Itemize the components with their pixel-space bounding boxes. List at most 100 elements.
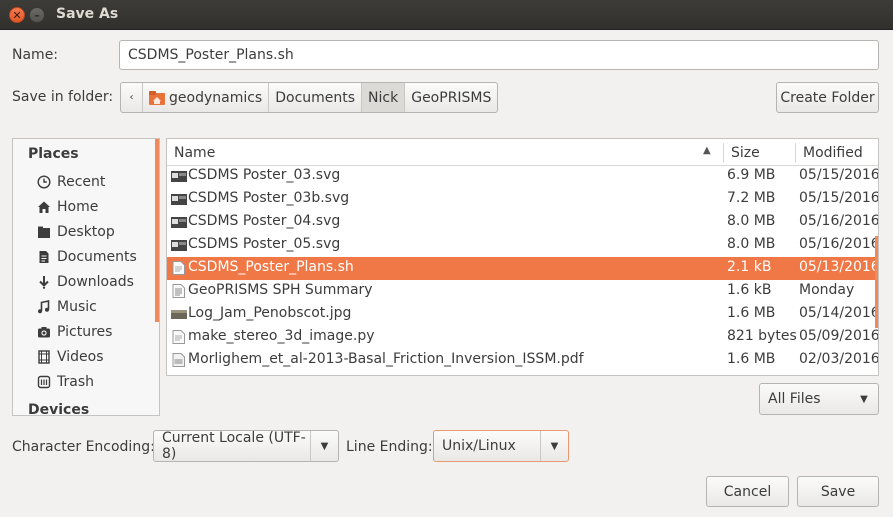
file-name: GeoPRISMS SPH Summary xyxy=(188,282,373,298)
path-crumb-nick[interactable]: Nick xyxy=(362,83,406,112)
devices-heading: Devices xyxy=(28,402,90,416)
minimize-icon: – xyxy=(34,8,40,22)
minimize-window-button[interactable]: – xyxy=(29,7,45,23)
character-encoding-value: Current Locale (UTF-8) xyxy=(162,430,306,462)
sidebar-item-label: Trash xyxy=(57,374,94,390)
file-row[interactable]: CSDMS_Poster_Plans.sh 2.1 kB 05/13/2016 xyxy=(167,257,879,280)
line-ending-dropdown[interactable]: Unix/Linux ▼ xyxy=(433,430,569,462)
file-size: 1.6 kB xyxy=(727,282,772,298)
file-row[interactable]: make_stereo_3d_image.py 821 bytes 05/09/20… xyxy=(167,326,879,349)
column-header-name-label: Name xyxy=(174,144,216,161)
path-back-button[interactable]: ‹ xyxy=(121,83,143,112)
photo-thumb-icon xyxy=(171,310,187,319)
film-icon xyxy=(37,350,51,364)
column-header-modified[interactable]: Modified xyxy=(803,139,878,166)
sidebar-item-trash[interactable]: Trash xyxy=(37,372,94,392)
document-file-icon xyxy=(172,284,185,298)
column-divider[interactable] xyxy=(795,143,796,163)
dropdown-arrow-icon: ▼ xyxy=(860,393,868,405)
close-window-button[interactable]: ✕ xyxy=(9,7,25,23)
sidebar-scroll-indicator[interactable] xyxy=(155,139,159,322)
script-file-icon xyxy=(172,330,185,344)
path-crumb-documents[interactable]: Documents xyxy=(269,83,363,112)
image-thumb-icon xyxy=(171,194,187,205)
sidebar-item-desktop[interactable]: Desktop xyxy=(37,222,115,242)
sidebar-item-label: Music xyxy=(57,299,97,315)
column-divider[interactable] xyxy=(723,143,724,163)
file-row[interactable]: GeoPRISMS SPH Summary 1.6 kB Monday xyxy=(167,280,878,303)
file-row[interactable]: CSDMS Poster_03.svg 6.9 MB 05/15/2016 xyxy=(167,165,879,188)
path-crumb-geodynamics[interactable]: geodynamics xyxy=(143,83,270,112)
filename-input[interactable]: CSDMS_Poster_Plans.sh xyxy=(119,40,879,70)
file-row[interactable]: CSDMS Poster_05.svg 8.0 MB 05/16/2016 xyxy=(167,234,879,257)
file-modified: 05/16/2016 xyxy=(799,236,879,252)
image-thumb-icon xyxy=(171,240,187,251)
file-name: Log_Jam_Penobscot.jpg xyxy=(188,305,352,321)
script-file-icon xyxy=(172,261,185,275)
file-type-filter-dropdown[interactable]: All Files ▼ xyxy=(759,383,879,415)
sidebar-item-downloads[interactable]: Downloads xyxy=(37,272,134,292)
path-bar: ‹ geodynamics Documents Nick GeoPRISMS xyxy=(120,82,499,113)
file-row[interactable]: CSDMS Poster_04.svg 8.0 MB 05/16/2016 xyxy=(167,211,878,234)
music-note-icon xyxy=(37,300,51,314)
column-header-name[interactable]: Name xyxy=(174,139,722,166)
file-name: CSDMS Poster_04.svg xyxy=(188,213,341,229)
name-label: Name: xyxy=(12,47,59,63)
folder-icon xyxy=(37,225,51,239)
file-size: 7.2 MB xyxy=(727,190,776,206)
clock-icon xyxy=(37,175,51,189)
file-list-header: Name ▲ Size Modified xyxy=(167,139,878,166)
sidebar-item-recent[interactable]: Recent xyxy=(37,172,105,192)
places-sidebar: Places Recent Home Desktop Documents Dow… xyxy=(12,138,160,416)
file-row[interactable]: Log_Jam_Penobscot.jpg 1.6 MB 05/14/2016 xyxy=(167,303,879,326)
create-folder-button[interactable]: Create Folder xyxy=(776,82,879,113)
line-ending-label: Line Ending: xyxy=(346,439,433,455)
file-modified: 05/13/2016 xyxy=(799,259,879,275)
sidebar-item-pictures[interactable]: Pictures xyxy=(37,322,112,342)
sidebar-item-label: Downloads xyxy=(57,274,134,290)
path-crumb-geoprisms[interactable]: GeoPRISMS xyxy=(405,83,497,112)
file-name: CSDMS_Poster_Plans.sh xyxy=(188,259,354,275)
image-thumb-icon xyxy=(171,217,187,228)
sidebar-item-music[interactable]: Music xyxy=(37,297,97,317)
file-name: CSDMS Poster_03b.svg xyxy=(188,190,350,206)
file-list-scroll-indicator[interactable] xyxy=(875,236,878,328)
file-name: make_stereo_3d_image.py xyxy=(188,328,375,344)
path-crumb-label: geodynamics xyxy=(169,89,263,106)
file-modified: 05/15/2016 xyxy=(799,190,879,206)
camera-icon xyxy=(37,325,51,339)
column-header-size[interactable]: Size xyxy=(731,139,791,166)
file-row[interactable]: CSDMS Poster_03b.svg 7.2 MB 05/15/2016 xyxy=(167,188,879,211)
file-type-filter-value: All Files xyxy=(768,391,821,407)
file-name: CSDMS Poster_05.svg xyxy=(188,236,341,252)
file-modified: 05/09/2016 xyxy=(799,328,879,344)
sidebar-item-label: Desktop xyxy=(57,224,115,240)
save-in-folder-label: Save in folder: xyxy=(12,89,114,105)
sidebar-item-label: Home xyxy=(57,199,99,215)
document-icon xyxy=(37,250,51,264)
file-size: 8.0 MB xyxy=(727,213,776,229)
file-size: 821 bytes xyxy=(727,328,797,344)
cancel-button[interactable]: Cancel xyxy=(706,476,789,507)
sidebar-item-label: Documents xyxy=(57,249,137,265)
sidebar-item-videos[interactable]: Videos xyxy=(37,347,104,367)
file-name: Morlighem_et_al-2013-Basal_Friction_Inve… xyxy=(188,351,584,367)
file-name: CSDMS Poster_03.svg xyxy=(188,167,341,183)
sidebar-item-home[interactable]: Home xyxy=(37,197,98,217)
file-modified: 05/15/2016 xyxy=(799,167,879,183)
image-thumb-icon xyxy=(171,171,187,182)
sort-ascending-icon: ▲ xyxy=(703,145,711,156)
character-encoding-dropdown[interactable]: Current Locale (UTF-8) ▼ xyxy=(153,430,339,462)
file-modified: 05/14/2016 xyxy=(799,305,879,321)
file-size: 8.0 MB xyxy=(727,236,776,252)
close-icon: ✕ xyxy=(12,8,22,22)
character-encoding-label: Character Encoding: xyxy=(12,439,155,455)
save-button[interactable]: Save xyxy=(797,476,879,507)
window-title: Save As xyxy=(56,6,119,22)
title-bar: ✕ – Save As xyxy=(0,0,893,30)
file-row[interactable]: Morlighem_et_al-2013-Basal_Friction_Inve… xyxy=(167,349,878,372)
sidebar-item-label: Videos xyxy=(57,349,104,365)
sidebar-item-documents[interactable]: Documents xyxy=(37,247,137,267)
home-folder-icon xyxy=(149,90,165,105)
file-size: 1.6 MB xyxy=(727,305,776,321)
